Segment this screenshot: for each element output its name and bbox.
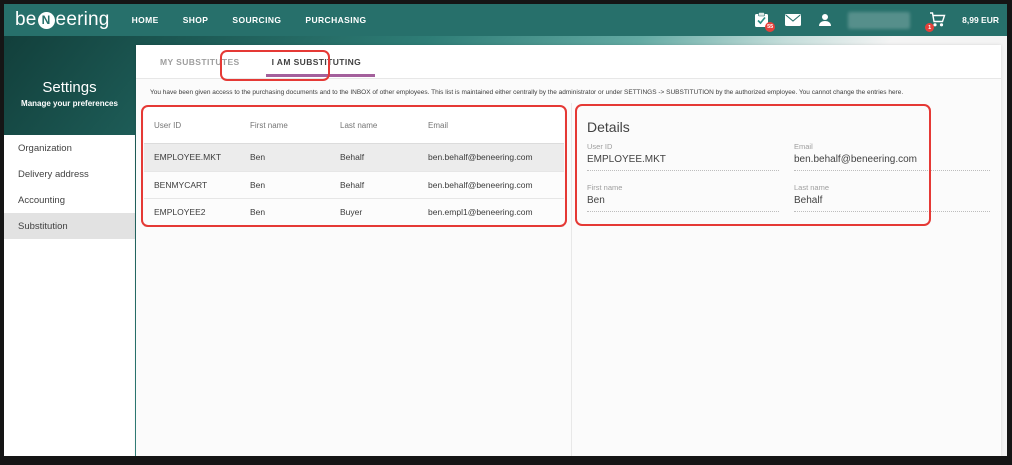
menu-item-sourcing[interactable]: SOURCING [232, 15, 281, 25]
menu-item-purchasing[interactable]: PURCHASING [305, 15, 366, 25]
cart-badge: 1 [925, 23, 935, 32]
cell-email: ben.behalf@beneering.com [428, 179, 533, 190]
beneering-logo[interactable]: be Neering [15, 9, 110, 31]
sidebar-item-accounting[interactable]: Accounting [4, 187, 135, 213]
tab-my-substitutes-label: MY SUBSTITUTES [160, 56, 240, 67]
user-name-redacted [848, 11, 911, 29]
field-label: First name [587, 183, 623, 192]
column-header-first-name: First name [250, 120, 288, 130]
field-value: ben.behalf@beneering.com [794, 151, 990, 171]
section-divider [571, 103, 572, 456]
details-field-email: Email ben.behalf@beneering.com [794, 142, 990, 171]
tab-i-am-substituting[interactable]: I AM SUBSTITUTING [256, 45, 378, 78]
field-label: Email [794, 142, 813, 151]
person-icon [818, 13, 832, 27]
screenshot-frame: beNeering HOME SHOP SOURCING PURCHASING [0, 0, 1012, 465]
field-label: User ID [587, 142, 613, 151]
table-row-employee-mkt[interactable]: EMPLOYEE.MKT Ben Behalf ben.behalf@benee… [144, 144, 564, 172]
substitution-info-text: You have been given access to the purcha… [150, 89, 904, 96]
field-value: EMPLOYEE.MKT [587, 151, 779, 171]
cell-first-name: Ben [250, 179, 266, 190]
settings-sidebar: Organization Delivery address Accounting… [4, 135, 135, 456]
cell-user-id: EMPLOYEE.MKT [154, 152, 222, 163]
tab-my-substitutes[interactable]: MY SUBSTITUTES [144, 45, 256, 78]
tasks-button[interactable]: 55 [752, 11, 776, 32]
page-title: Settings [42, 79, 97, 96]
column-header-last-name: Last name [340, 120, 378, 130]
cell-last-name: Buyer [340, 207, 363, 218]
table-header-row: User ID First name Last name Email [144, 107, 564, 144]
field-value: Ben [587, 192, 779, 212]
inbox-button[interactable] [784, 11, 802, 29]
sidebar-item-delivery-address[interactable]: Delivery address [4, 161, 135, 187]
cell-email: ben.empl1@beneering.com [428, 207, 533, 218]
column-header-email: Email [428, 120, 449, 130]
substitutes-table: User ID First name Last name Email EMPLO… [144, 107, 564, 227]
app-window: beNeering HOME SHOP SOURCING PURCHASING [4, 4, 1007, 456]
active-tab-underline [265, 74, 376, 77]
cell-user-id: BENMYCART [154, 179, 208, 190]
menu-item-home[interactable]: HOME [132, 15, 159, 25]
field-label: Last name [794, 183, 830, 192]
table-row-employee2[interactable]: EMPLOYEE2 Ben Buyer ben.empl1@beneering.… [144, 199, 564, 227]
envelope-icon [785, 14, 802, 26]
cell-user-id: EMPLOYEE2 [154, 207, 206, 218]
logo-n-icon: N [37, 11, 55, 29]
logo-text-prefix: be [15, 9, 37, 30]
logo-text-suffix: eering [55, 9, 110, 30]
tab-i-am-substituting-label: I AM SUBSTITUTING [271, 56, 362, 67]
field-value: Behalf [794, 192, 990, 212]
cell-last-name: Behalf [340, 152, 365, 163]
cell-first-name: Ben [250, 207, 266, 218]
page-subtitle: Manage your preferences [21, 99, 118, 108]
cell-last-name: Behalf [340, 179, 365, 190]
column-header-user-id: User ID [154, 120, 182, 130]
account-button[interactable] [816, 11, 834, 29]
details-field-last-name: Last name Behalf [794, 183, 990, 212]
details-title: Details [587, 119, 630, 135]
sidebar-item-organization[interactable]: Organization [4, 135, 135, 161]
sidebar-item-substitution[interactable]: Substitution [4, 213, 135, 239]
main-menu: HOME SHOP SOURCING PURCHASING [132, 15, 367, 25]
cell-first-name: Ben [250, 152, 266, 163]
substitution-tabbar: MY SUBSTITUTES I AM SUBSTITUTING [136, 45, 1001, 79]
table-row-benmycart[interactable]: BENMYCART Ben Behalf ben.behalf@beneerin… [144, 171, 564, 199]
cart-total: 8,99 EUR [962, 15, 999, 25]
top-navbar: beNeering HOME SHOP SOURCING PURCHASING [4, 4, 1007, 36]
tasks-badge: 55 [765, 22, 776, 32]
menu-item-shop[interactable]: SHOP [183, 15, 209, 25]
cart-button[interactable]: 1 [925, 11, 946, 32]
details-field-user-id: User ID EMPLOYEE.MKT [587, 142, 779, 171]
details-field-first-name: First name Ben [587, 183, 779, 212]
cell-email: ben.behalf@beneering.com [428, 152, 533, 163]
substitution-content-card: MY SUBSTITUTES I AM SUBSTITUTING You hav… [136, 45, 1001, 456]
navbar-right-cluster: 55 1 8,99 EUR [752, 4, 999, 36]
settings-header: Settings Manage your preferences [4, 36, 135, 135]
